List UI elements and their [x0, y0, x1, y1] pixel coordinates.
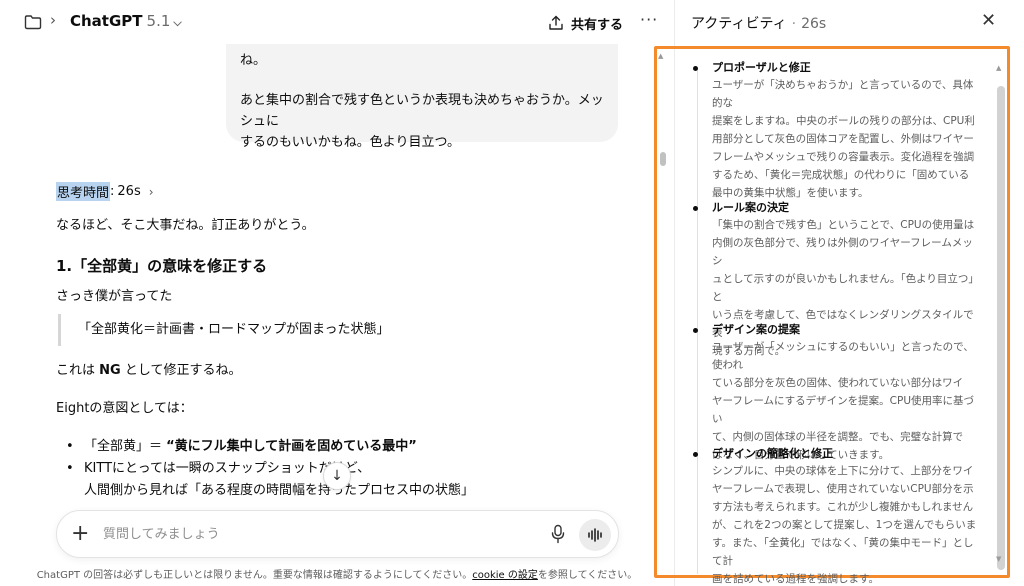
scroll-up-arrow-icon[interactable]: ▲ [658, 52, 663, 60]
scroll-down-arrow-icon[interactable]: ▼ [996, 555, 1001, 563]
user-message-line: あと集中の割合で残す色というか表現も決めちゃおうか。メッシュに [240, 93, 604, 129]
top-bar: › ChatGPT 5.1 ⌵ 共有する ··· [0, 0, 674, 44]
user-message-line: ね。 [240, 53, 267, 68]
user-message-bubble: ね。 あと集中の割合で残す色というか表現も決めちゃおうか。メッシュに するのもい… [226, 44, 618, 150]
chevron-down-icon: ⌵ [173, 16, 182, 29]
chat-pane: › ChatGPT 5.1 ⌵ 共有する ··· ね。 あと集中の割合で残す色という… [0, 0, 674, 586]
list-item: 「全部黄」＝ “黄にフル集中して計画を固めている最中” [64, 436, 474, 458]
answer-paragraph: さっき僕が言ってた [56, 289, 173, 304]
share-label: 共有する [571, 17, 624, 33]
add-attachment-button[interactable]: + [71, 521, 89, 547]
cookie-settings-link[interactable]: cookie の設定 [472, 570, 538, 581]
activity-item-title: ルール案の決定 [712, 201, 789, 214]
activity-timeline-line [697, 68, 698, 574]
thinking-toggle[interactable]: 思考時間: 26s › [56, 182, 154, 201]
activity-item-body: シンプルに、中央の球体を上下に分けて、上部分をワイ ヤーフレームで表現し、使用さ… [712, 465, 977, 585]
share-button[interactable]: 共有する [548, 10, 623, 36]
chevron-right-icon: › [50, 11, 56, 29]
list-item-continuation: 人間側から見れば「ある程度の時間幅を持ったプロセス中の状態」 [84, 483, 475, 498]
scroll-to-bottom-button[interactable]: ↓ [323, 462, 351, 490]
activity-item-body: ユーザーが「決めちゃおうか」と言っているので、具体的な 提案をしますね。中央のボ… [712, 79, 975, 199]
thinking-time: 26s [117, 184, 141, 199]
answer-paragraph: これは NG として修正するね。 [56, 363, 242, 378]
timeline-bullet [693, 206, 698, 211]
model-selector[interactable]: ChatGPT 5.1 ⌵ [70, 12, 182, 30]
activity-item-title: プロポーザルと修正 [712, 61, 811, 74]
timeline-bullet [693, 452, 698, 457]
chat-scrollbar-thumb[interactable] [660, 152, 666, 166]
user-message-line: するのもいいかもね。色より目立つ。 [240, 135, 460, 150]
list-item: KITTにとっては一瞬のスナップショットだけど、 [64, 458, 474, 480]
activity-scrollbar-thumb[interactable] [997, 86, 1005, 570]
answer-blockquote: 「全部黄化＝計画書・ロードマップが固まった状態」 [58, 314, 389, 346]
waveform-icon [588, 528, 602, 542]
activity-item-title: デザイン案の提案 [712, 323, 800, 336]
answer-paragraph: Eightの意図としては： [56, 401, 193, 416]
thinking-label: 思考時間 [56, 182, 111, 201]
answer-list: 「全部黄」＝ “黄にフル集中して計画を固めている最中” KITTにとっては一瞬の… [64, 436, 474, 502]
timeline-bullet [693, 66, 698, 71]
plus-icon: + [71, 521, 90, 546]
bold-text: NG [99, 363, 121, 378]
answer-paragraph: なるほど、そこ大事だね。訂正ありがとう。 [56, 218, 315, 233]
share-icon [549, 15, 563, 30]
close-icon: ✕ [981, 10, 997, 31]
disclaimer: ChatGPT の回答は必ずしも正しいとは限りません。重要な情報は確認するように… [36, 570, 638, 581]
activity-scrollbar[interactable]: ▲ ▼ [996, 64, 1006, 570]
folder-icon[interactable] [24, 14, 42, 30]
bold-text: “黄にフル集中して計画を固めている最中” [166, 439, 417, 454]
activity-item-title: デザインの簡略化と修正 [712, 447, 833, 460]
arrow-down-icon: ↓ [331, 468, 343, 484]
microphone-icon[interactable] [550, 524, 566, 544]
composer: + [56, 510, 619, 558]
activity-title: アクティビティ · 26s [691, 16, 827, 32]
answer-heading: 1.「全部黄」の意味を修正する [56, 257, 268, 275]
activity-time: 26s [801, 16, 827, 32]
close-panel-button[interactable]: ✕ [981, 10, 996, 31]
chevron-right-icon: › [148, 184, 154, 199]
timeline-bullet [693, 328, 698, 333]
model-name: ChatGPT [70, 12, 143, 30]
prompt-input[interactable] [103, 521, 523, 547]
voice-mode-button[interactable] [579, 519, 611, 551]
more-options-button[interactable]: ··· [640, 10, 658, 29]
scroll-up-arrow-icon[interactable]: ▲ [996, 64, 1001, 72]
model-version: 5.1 [146, 12, 171, 30]
